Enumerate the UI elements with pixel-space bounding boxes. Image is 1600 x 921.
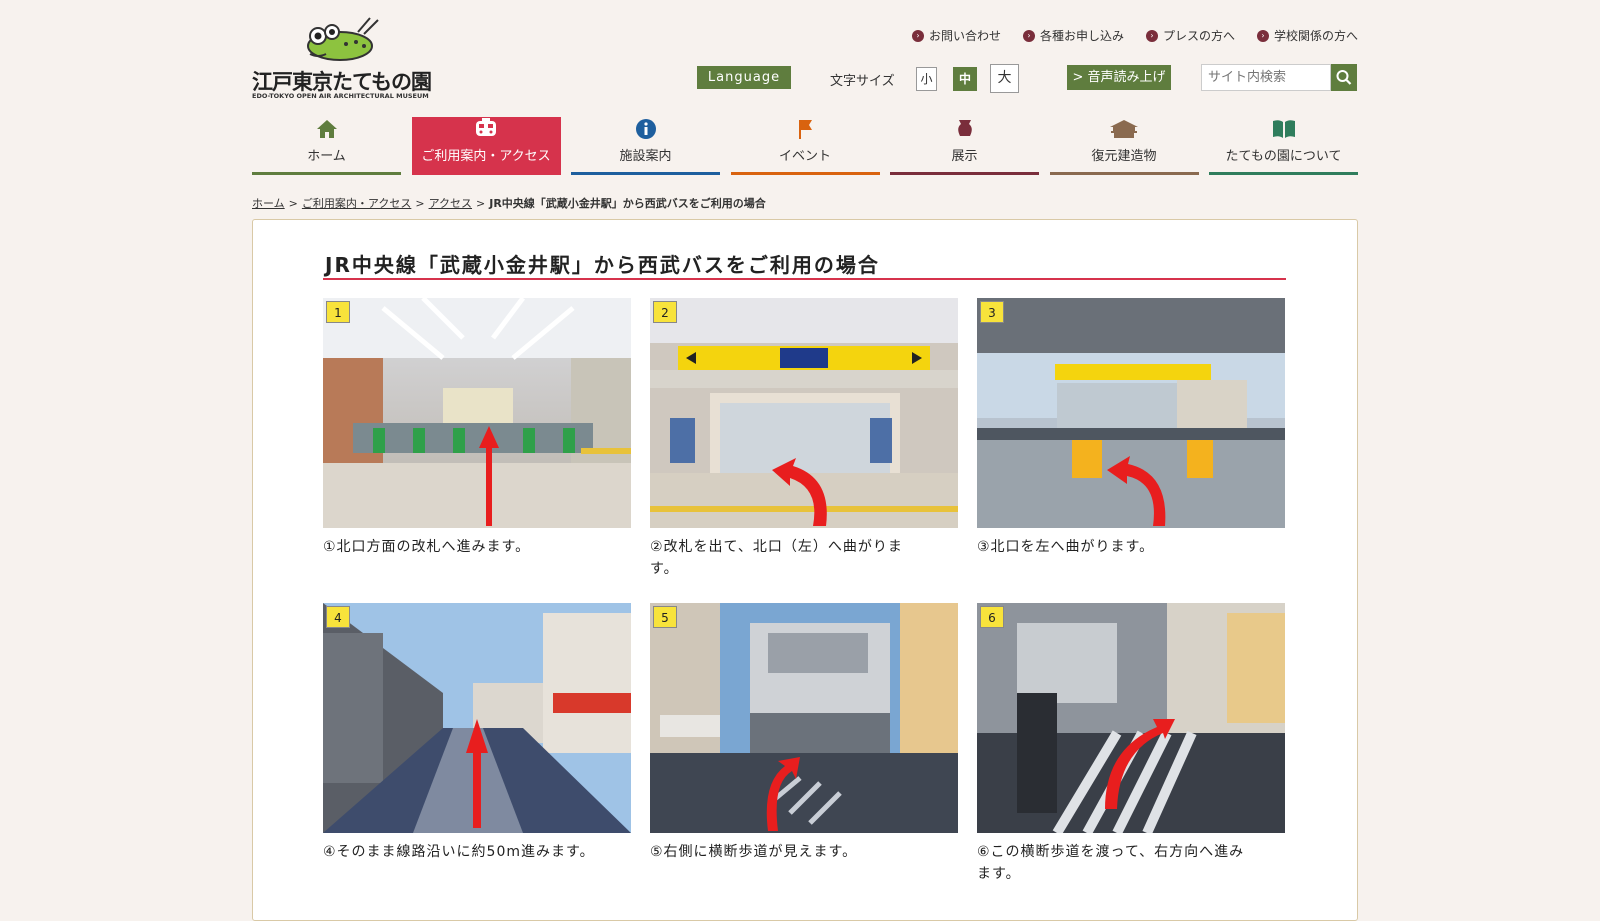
step-number-badge: 6 [980,606,1004,628]
nav-about[interactable]: たてもの園について [1209,117,1358,175]
nav-events[interactable]: イベント [730,117,880,175]
step-photo-cross-and-turn-right: 6 [977,603,1285,833]
step-photo-crosswalk-view: 5 [650,603,958,833]
font-size-large-button[interactable]: 大 [990,64,1019,93]
voice-reading-button[interactable]: > 音声読み上げ [1067,65,1171,90]
step-number-badge: 5 [653,606,677,628]
train-icon [476,118,496,136]
step-number-badge: 2 [653,301,677,323]
nav-guide-access[interactable]: ご利用案内・アクセス [411,117,561,175]
vase-icon [957,120,972,136]
breadcrumb-current: JR中央線「武蔵小金井駅」から西武バスをご利用の場合 [489,197,766,210]
step-card: 3 ③北口を左へ曲がります。 [977,298,1285,558]
nav-facilities[interactable]: 施設案内 [571,117,720,175]
search-button[interactable] [1331,64,1357,91]
press-link[interactable]: › プレスの方へ [1145,27,1235,44]
search-icon [1336,70,1352,85]
step-caption: ①北口方面の改札へ進みます。 [323,539,531,555]
flag-icon [799,120,812,139]
language-button[interactable]: Language [697,66,791,89]
home-icon [316,120,337,138]
contact-link[interactable]: › お問い合わせ [911,27,1001,44]
top-links: › お問い合わせ › 各種お申し込み › プレスの方へ › 学校関係の方へ [911,27,1358,44]
step-card: 1 ①北口方面の改札へ進みます。 [323,298,631,558]
building-icon [1110,120,1138,138]
step-card: 4 ④そのまま線路沿いに約50m進みます。 [323,603,631,863]
step-card: 5 ⑤右側に横断歩道が見えます。 [650,603,958,863]
breadcrumb-guide-link[interactable]: ご利用案内・アクセス [302,197,411,210]
book-icon [1272,120,1295,138]
nav-home[interactable]: ホーム [252,117,401,175]
search-box [1201,64,1331,91]
font-size-small-button[interactable]: 小 [916,67,937,91]
page-title: JR中央線「武蔵小金井駅」から西武バスをご利用の場合 [325,253,880,277]
step-number-badge: 3 [980,301,1004,323]
step-number-badge: 4 [326,606,350,628]
step-caption: ②改札を出て、北口（左）へ曲がりま す。 [650,539,903,577]
chevron-right-icon: › [1145,29,1158,42]
step-photo-station-exit: 2 [650,298,958,528]
chevron-right-icon: > [1072,70,1084,85]
step-caption: ⑤右側に横断歩道が見えます。 [650,844,858,860]
step-card: 2 ②改札を出て、北口（左）へ曲がりま す。 [650,298,958,580]
step-caption: ④そのまま線路沿いに約50m進みます。 [323,844,595,860]
step-photo-station-gates: 1 [323,298,631,528]
step-card: 6 ⑥この横断歩道を渡って、右方向へ進み ます。 [977,603,1285,885]
main-nav: ホーム ご利用案内・アクセス 施設案内 イベント 展示 復元建造物 たてもの園に… [252,117,1358,175]
applications-link[interactable]: › 各種お申し込み [1022,27,1124,44]
schools-link[interactable]: › 学校関係の方へ [1256,27,1358,44]
chevron-right-icon: › [1022,29,1035,42]
step-photo-north-exit: 3 [977,298,1285,528]
breadcrumb-access-link[interactable]: アクセス [429,197,472,210]
step-number-badge: 1 [326,301,350,323]
font-size-label: 文字サイズ [830,74,895,89]
info-icon [635,119,656,139]
font-size-medium-button[interactable]: 中 [953,67,977,91]
breadcrumb: ホーム > ご利用案内・アクセス > アクセス > JR中央線「武蔵小金井駅」から西武バスを… [252,197,766,210]
chevron-right-icon: › [911,29,924,42]
chevron-right-icon: › [1256,29,1269,42]
logo-mascot [298,14,390,64]
step-caption: ⑥この横断歩道を渡って、右方向へ進み ます。 [977,844,1245,882]
step-caption: ③北口を左へ曲がります。 [977,539,1155,555]
nav-exhibitions[interactable]: 展示 [890,117,1039,175]
search-input[interactable] [1202,65,1326,90]
breadcrumb-home-link[interactable]: ホーム [252,197,285,210]
title-underline [323,278,1286,280]
nav-restored-buildings[interactable]: 復元建造物 [1049,117,1199,175]
step-photo-along-tracks: 4 [323,603,631,833]
logo-subtitle: EDO-TOKYO OPEN AIR ARCHITECTURAL MUSEUM [252,92,429,100]
